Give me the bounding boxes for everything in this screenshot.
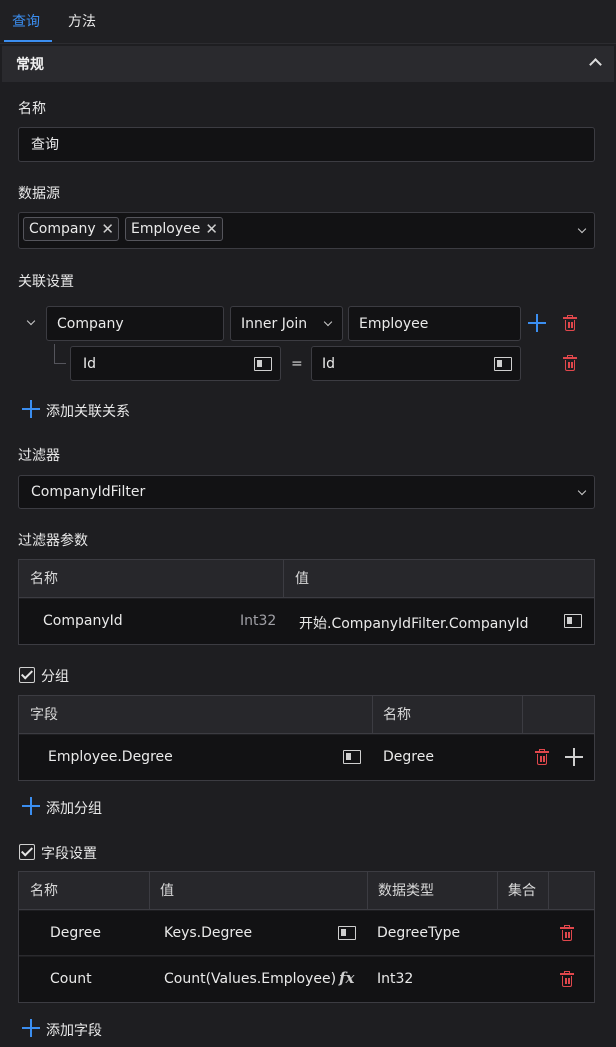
filter-params-table: 名称 值 CompanyId Int32 开始.CompanyIdFilter.… <box>18 559 595 645</box>
tree-connector <box>54 344 66 364</box>
delete-join-icon[interactable] <box>563 315 577 331</box>
grouping-label: 分组 <box>41 669 69 685</box>
chevron-down-icon[interactable] <box>577 224 587 234</box>
table-row: CompanyId Int32 开始.CompanyIdFilter.Compa… <box>19 599 594 644</box>
join-right-table-input[interactable]: Employee <box>348 306 521 341</box>
join-type-select[interactable]: Inner Join <box>230 306 343 341</box>
delete-condition-icon[interactable] <box>563 355 577 371</box>
delete-field-icon[interactable] <box>560 925 574 941</box>
fx-icon[interactable]: fx <box>339 969 354 987</box>
tab-methods[interactable]: 方法 <box>68 0 96 44</box>
add-group-button[interactable]: 添加分组 <box>22 797 142 817</box>
datasource-select[interactable]: Company ✕ Employee ✕ <box>18 212 595 249</box>
join-condition-left-input[interactable]: Id <box>70 346 281 381</box>
binding-icon[interactable] <box>494 357 512 371</box>
delete-group-icon[interactable] <box>535 749 549 765</box>
add-join-button[interactable]: 添加关联关系 <box>22 400 182 420</box>
delete-field-icon[interactable] <box>560 971 574 987</box>
name-label: 名称 <box>18 101 46 117</box>
name-input[interactable]: 查询 <box>18 127 595 162</box>
datasource-tag-company: Company ✕ <box>23 217 119 241</box>
join-left-table-input[interactable]: Company <box>46 306 224 341</box>
table-row: Count Count(Values.Employee) fx Int32 <box>19 957 594 1002</box>
datasource-label: 数据源 <box>18 186 60 202</box>
table-header: 名称 值 数据类型 集合 <box>19 872 594 910</box>
drag-handle-icon[interactable] <box>565 748 583 766</box>
section-header-general[interactable]: 常规 <box>2 46 614 82</box>
plus-icon <box>22 1019 40 1037</box>
filter-params-label: 过滤器参数 <box>18 533 88 549</box>
tab-query[interactable]: 查询 <box>12 0 40 44</box>
tab-bar: 查询 方法 <box>0 0 616 44</box>
chevron-up-icon[interactable] <box>589 58 602 71</box>
grouping-table: 字段 名称 Employee.Degree Degree <box>18 695 595 781</box>
collapse-join-icon[interactable] <box>26 316 36 326</box>
binding-icon[interactable] <box>343 750 361 764</box>
fields-table: 名称 值 数据类型 集合 Degree Keys.Degree DegreeTy… <box>18 871 595 1003</box>
join-settings-label: 关联设置 <box>18 274 74 290</box>
grouping-checkbox[interactable] <box>19 667 35 683</box>
binding-icon[interactable] <box>254 357 272 371</box>
table-header: 名称 值 <box>19 560 594 598</box>
active-tab-indicator <box>4 40 52 42</box>
add-condition-icon[interactable] <box>528 314 546 332</box>
filter-select[interactable]: CompanyIdFilter <box>18 475 595 509</box>
add-field-button[interactable]: 添加字段 <box>22 1019 142 1039</box>
binding-icon[interactable] <box>564 614 582 628</box>
binding-icon[interactable] <box>338 926 356 940</box>
filter-label: 过滤器 <box>18 448 60 464</box>
remove-tag-icon[interactable]: ✕ <box>205 218 218 240</box>
remove-tag-icon[interactable]: ✕ <box>101 218 114 240</box>
equals-operator: = <box>291 356 303 372</box>
plus-icon <box>22 797 40 815</box>
table-header: 字段 名称 <box>19 696 594 734</box>
chevron-down-icon <box>577 486 587 496</box>
plus-icon <box>22 400 40 418</box>
field-settings-label: 字段设置 <box>41 846 97 862</box>
table-row: Employee.Degree Degree <box>19 735 594 780</box>
join-condition-right-input[interactable]: Id <box>311 346 521 381</box>
datasource-tag-employee: Employee ✕ <box>125 217 223 241</box>
chevron-down-icon <box>323 317 333 327</box>
table-row: Degree Keys.Degree DegreeType <box>19 911 594 956</box>
section-title: 常规 <box>16 57 44 73</box>
name-input-value: 查询 <box>31 137 59 153</box>
field-settings-checkbox[interactable] <box>19 844 35 860</box>
